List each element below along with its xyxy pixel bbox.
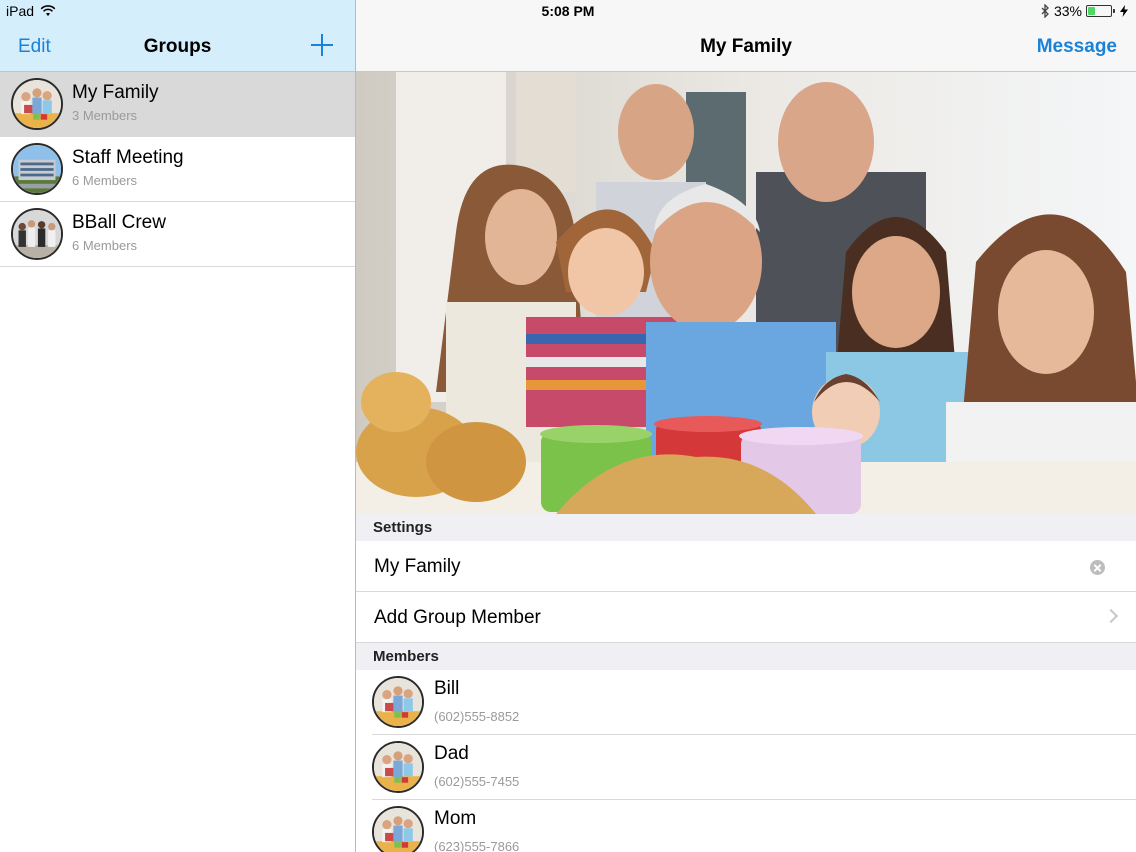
group-member-count: 6 Members	[72, 238, 138, 253]
settings-section-header: Settings	[356, 514, 1136, 541]
family-photo-thumb	[13, 80, 61, 128]
member-name: Dad	[434, 743, 469, 764]
wifi-icon	[40, 5, 56, 16]
members-section-header: Members	[356, 643, 1136, 670]
member-phone: (623)555-7866	[434, 839, 520, 852]
groups-title: Groups	[143, 36, 212, 57]
groups-pane: Edit Groups My Family 3 Members Staff Me…	[0, 0, 355, 852]
family-photo-thumb	[374, 678, 422, 726]
status-left: iPad	[6, 3, 56, 19]
group-row-staff-meeting[interactable]: Staff Meeting 6 Members	[0, 137, 355, 202]
group-name: My Family	[72, 82, 159, 103]
member-row-bill[interactable]: Bill (602)555-8852	[356, 670, 1136, 735]
status-time: 5:08 PM	[541, 3, 595, 19]
group-photo	[356, 72, 1136, 514]
group-row-my-family[interactable]: My Family 3 Members	[0, 72, 355, 137]
member-avatar	[372, 806, 424, 852]
charging-icon	[1120, 5, 1128, 17]
family-photo	[356, 72, 1136, 514]
status-right: 33%	[1041, 3, 1128, 19]
member-row-dad[interactable]: Dad (602)555-7455	[356, 735, 1136, 800]
group-member-count: 6 Members	[72, 173, 138, 188]
add-group-member-cell[interactable]: Add Group Member	[356, 592, 1136, 643]
group-list: My Family 3 Members Staff Meeting 6 Memb…	[0, 72, 355, 267]
plus-icon[interactable]	[311, 34, 333, 56]
member-phone: (602)555-8852	[434, 709, 520, 724]
battery-icon	[1086, 5, 1115, 17]
group-row-bball-crew[interactable]: BBall Crew 6 Members	[0, 202, 355, 267]
building-avatar	[11, 143, 63, 195]
member-avatar	[372, 741, 424, 793]
family-photo-thumb	[374, 808, 422, 852]
team-photo-thumb	[13, 210, 61, 258]
add-group-member-label: Add Group Member	[374, 607, 541, 628]
member-row-mom[interactable]: Mom (623)555-7866	[356, 800, 1136, 852]
team-avatar	[11, 208, 63, 260]
bluetooth-icon	[1041, 4, 1049, 18]
message-button[interactable]: Message	[1037, 36, 1117, 58]
member-name: Mom	[434, 808, 477, 829]
building-photo-thumb	[13, 145, 61, 193]
device-label: iPad	[6, 3, 35, 19]
member-name: Bill	[434, 678, 460, 699]
group-name: BBall Crew	[72, 212, 166, 233]
family-avatar	[11, 78, 63, 130]
chevron-right-icon	[1103, 608, 1119, 624]
group-name: Staff Meeting	[72, 147, 184, 168]
status-bar: iPad 5:08 PM 33%	[0, 0, 1136, 22]
group-name-field[interactable]: My Family	[374, 556, 461, 578]
detail-title: My Family	[700, 36, 792, 57]
member-phone: (602)555-7455	[434, 774, 520, 789]
group-detail-pane: My Family Message Settings My Family Add…	[356, 0, 1136, 852]
clear-icon[interactable]	[1090, 560, 1105, 575]
member-avatar	[372, 676, 424, 728]
group-member-count: 3 Members	[72, 108, 138, 123]
battery-percent: 33%	[1053, 3, 1082, 19]
split-divider	[355, 0, 356, 852]
family-photo-thumb	[374, 743, 422, 791]
battery-level-fill	[1088, 7, 1096, 15]
group-name-cell[interactable]: My Family	[356, 541, 1136, 592]
